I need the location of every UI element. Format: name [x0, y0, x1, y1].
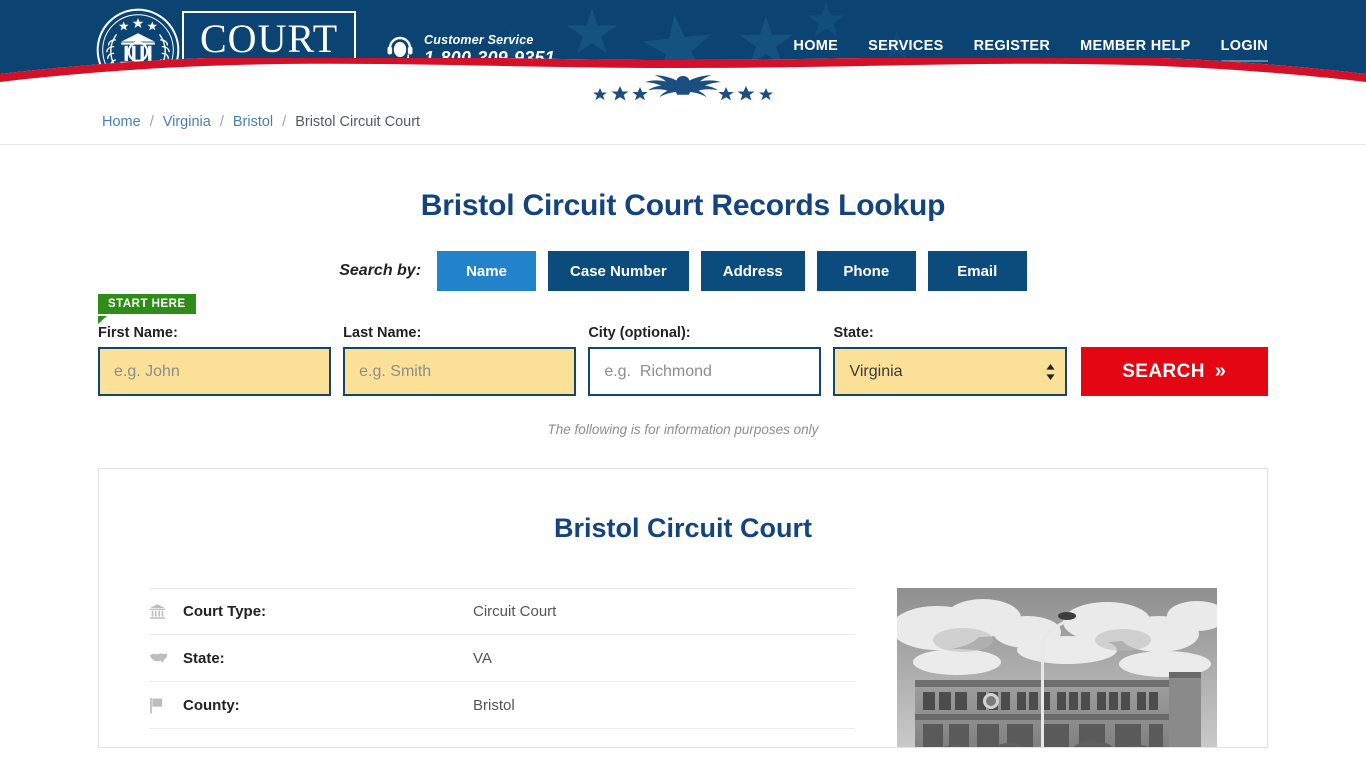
- star-icon: [806, 2, 846, 40]
- breadcrumb-item-home[interactable]: Home: [102, 114, 141, 130]
- state-label-row: State:: [183, 650, 473, 667]
- breadcrumb-separator: /: [282, 114, 286, 130]
- breadcrumb-separator: /: [150, 114, 154, 130]
- state-field-group: State: Virginia: [833, 325, 1066, 396]
- tab-address[interactable]: Address: [701, 251, 805, 291]
- county-label: County:: [183, 697, 473, 714]
- table-row: Court Type: Circuit Court: [149, 588, 855, 635]
- county-value: Bristol: [473, 697, 515, 714]
- table-row: State: VA: [149, 635, 855, 682]
- first-name-field-group: First Name:: [98, 325, 331, 396]
- start-here-badge: START HERE: [98, 294, 196, 314]
- search-button[interactable]: SEARCH »: [1081, 347, 1268, 396]
- site-header: COURT CASE FINDER Customer Service 1-800…: [0, 0, 1366, 100]
- last-name-input[interactable]: [343, 347, 576, 396]
- state-label: State:: [833, 325, 1066, 341]
- city-field-group: City (optional):: [588, 325, 821, 396]
- court-type-value: Circuit Court: [473, 603, 556, 620]
- last-name-field-group: Last Name:: [343, 325, 576, 396]
- flag-swoosh-banner: [0, 58, 1366, 100]
- first-name-label: First Name:: [98, 325, 331, 341]
- court-info-body: Court Type: Circuit Court State: VA: [99, 588, 1267, 748]
- court-info-card: Bristol Circuit Court: [98, 468, 1268, 748]
- court-name-heading: Bristol Circuit Court: [99, 469, 1267, 544]
- search-button-label: SEARCH: [1122, 361, 1205, 383]
- disclaimer-text: The following is for information purpose…: [0, 422, 1366, 437]
- search-by-label: Search by:: [339, 262, 421, 280]
- courthouse-photo: [897, 588, 1217, 748]
- us-map-icon: [149, 651, 183, 665]
- last-name-label: Last Name:: [343, 325, 576, 341]
- tab-case-number[interactable]: Case Number: [548, 251, 689, 291]
- breadcrumb: Home / Virginia / Bristol / Bristol Circ…: [102, 114, 420, 130]
- breadcrumb-item-virginia[interactable]: Virginia: [163, 114, 211, 130]
- star-icon: [566, 8, 618, 58]
- page-title: Bristol Circuit Court Records Lookup: [0, 145, 1366, 223]
- flag-icon: [149, 697, 183, 714]
- logo-title: COURT: [200, 19, 338, 59]
- breadcrumb-item-bristol[interactable]: Bristol: [233, 114, 273, 130]
- court-type-label: Court Type:: [183, 603, 473, 620]
- customer-service-label: Customer Service: [424, 33, 555, 48]
- courthouse-icon: [149, 603, 183, 620]
- breadcrumb-bar: Home / Virginia / Bristol / Bristol Circ…: [0, 100, 1366, 145]
- start-here-badge-tail: [98, 316, 107, 324]
- tab-phone[interactable]: Phone: [817, 251, 916, 291]
- search-by-tabs: Search by: Name Case Number Address Phon…: [0, 251, 1366, 291]
- state-value: VA: [473, 650, 492, 667]
- double-chevron-right-icon: »: [1215, 362, 1227, 381]
- tab-email[interactable]: Email: [928, 251, 1027, 291]
- city-input[interactable]: [588, 347, 821, 396]
- first-name-input[interactable]: [98, 347, 331, 396]
- breadcrumb-item-current: Bristol Circuit Court: [295, 114, 420, 130]
- court-info-table: Court Type: Circuit Court State: VA: [149, 588, 855, 748]
- tab-name[interactable]: Name: [437, 251, 536, 291]
- search-form: START HERE First Name: Last Name: City (…: [98, 325, 1268, 396]
- breadcrumb-separator: /: [220, 114, 224, 130]
- state-select[interactable]: Virginia: [833, 347, 1066, 396]
- city-label: City (optional):: [588, 325, 821, 341]
- main-content: Bristol Circuit Court Records Lookup Sea…: [0, 145, 1366, 748]
- table-row: County: Bristol: [149, 682, 855, 729]
